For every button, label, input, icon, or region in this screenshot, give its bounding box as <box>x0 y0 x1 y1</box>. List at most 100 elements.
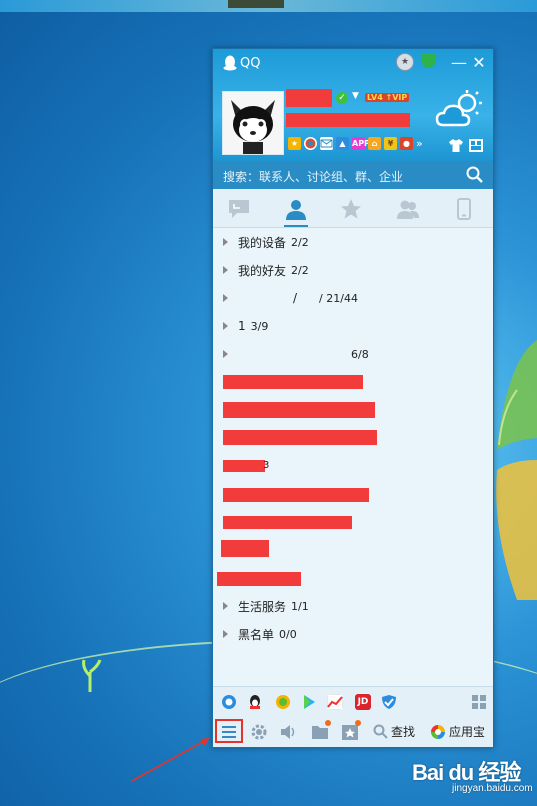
group-my-friends[interactable]: 我的好友 2/2 <box>223 260 309 280</box>
plant-sprout-decoration <box>82 659 102 692</box>
minimize-button[interactable]: — <box>449 53 469 72</box>
expand-arrow-icon <box>223 350 228 358</box>
weather-cloud-sun-icon[interactable] <box>435 89 483 129</box>
level-vip-badge[interactable]: LV4 ↑VIP <box>365 93 410 102</box>
profile-app-icons: ★ ▲ APP ⌂ ¥ ● » <box>288 137 423 150</box>
weibo-icon[interactable] <box>304 137 317 150</box>
expand-arrow-icon <box>223 238 228 246</box>
group-3[interactable]: / / 21/44 <box>223 288 358 308</box>
main-tabs <box>213 189 493 228</box>
online-status-icon[interactable]: ✓ <box>336 92 348 104</box>
group-count: 2/2 <box>291 235 309 249</box>
medal-icon[interactable]: ★ <box>396 53 414 71</box>
group-count: 1/1 <box>291 599 309 613</box>
star-icon[interactable] <box>339 197 363 221</box>
group-label: 我的设备 <box>238 235 287 250</box>
qq-header: QQ ★ — ✕ ✓ ▼ LV4 ↑VIP ★ ▲ APP ⌂ ¥ ● » <box>213 49 493 161</box>
group-my-devices[interactable]: 我的设备 2/2 <box>223 232 309 252</box>
expand-arrow-icon <box>223 322 228 330</box>
redacted-group-row[interactable] <box>217 572 301 586</box>
security-icon[interactable] <box>381 694 397 710</box>
app-store-label: 应用宝 <box>449 725 486 739</box>
more-apps-grid-icon[interactable] <box>471 694 487 710</box>
group-4[interactable]: 1 3/9 <box>223 316 268 336</box>
sound-speaker-icon[interactable] <box>279 723 297 741</box>
security-shield-icon[interactable] <box>422 53 435 68</box>
phone-icon[interactable] <box>452 197 476 221</box>
photo-icon[interactable]: ▲ <box>336 137 349 150</box>
app-shortcut-bar: JD <box>213 686 493 717</box>
search-placeholder: 搜索：联系人、讨论组、群、企业 <box>223 170 404 184</box>
status-dropdown-icon[interactable]: ▼ <box>352 91 359 101</box>
group-count: 0/0 <box>279 627 297 641</box>
group-life-services[interactable]: 生活服务 1/1 <box>223 596 309 616</box>
search-icon[interactable] <box>465 165 485 185</box>
shopping-cart-icon[interactable]: ⌂ <box>368 137 381 150</box>
expand-arrow-icon <box>223 294 228 302</box>
app-manager-icon[interactable] <box>469 139 483 152</box>
expand-arrow-icon <box>223 266 228 274</box>
redacted-group-row[interactable] <box>223 402 375 418</box>
app-icon[interactable]: APP <box>352 137 370 150</box>
notification-dot <box>355 720 361 726</box>
expand-arrow-icon <box>223 630 228 638</box>
bottom-toolbar: 查找 应用宝 <box>213 716 493 747</box>
group-label: 1 <box>238 319 246 333</box>
music-icon[interactable] <box>275 694 291 710</box>
notification-dot <box>325 720 331 726</box>
redacted-group-row[interactable] <box>223 516 352 529</box>
settings-gear-icon[interactable] <box>250 723 268 741</box>
skin-shirt-icon[interactable] <box>449 139 463 152</box>
app-store-button[interactable]: 应用宝 <box>430 723 485 740</box>
group-label: 我的好友 <box>238 263 287 278</box>
annotation-arrow <box>131 738 210 782</box>
wallet-icon[interactable]: ¥ <box>384 137 397 150</box>
active-tab-indicator <box>284 225 308 227</box>
nickname-redacted[interactable] <box>286 89 332 107</box>
redacted-group-row[interactable] <box>223 375 363 389</box>
group-count: 6/8 <box>351 347 369 361</box>
find-button[interactable]: 查找 <box>373 723 415 740</box>
group-blacklist[interactable]: 黑名单 0/0 <box>223 624 297 644</box>
penguin-logo-icon <box>223 55 237 71</box>
window-title-text: QQ <box>240 55 261 71</box>
main-menu-button[interactable] <box>215 719 243 743</box>
contact-search-bar[interactable]: 搜索：联系人、讨论组、群、企业 <box>213 161 493 189</box>
penguin-game-icon[interactable] <box>247 694 263 710</box>
qq-main-window: QQ ★ — ✕ ✓ ▼ LV4 ↑VIP ★ ▲ APP ⌂ ¥ ● » 搜索… <box>212 48 494 748</box>
jd-icon[interactable]: JD <box>355 694 371 710</box>
redacted-group-row[interactable] <box>223 488 369 502</box>
more-apps-chevron-icon[interactable]: » <box>416 137 423 150</box>
chat-icon[interactable] <box>227 197 251 221</box>
redacted-group-row[interactable] <box>223 430 377 445</box>
avatar-fox-image <box>223 92 283 154</box>
group-count: 3/9 <box>250 319 269 333</box>
penguin-icon[interactable]: ● <box>400 137 413 150</box>
redacted-group-row[interactable] <box>221 540 269 557</box>
browser-icon[interactable] <box>221 694 237 710</box>
video-play-icon[interactable] <box>301 694 317 710</box>
skin-and-manager <box>449 139 483 152</box>
stock-chart-icon[interactable] <box>327 694 343 710</box>
window-title: QQ <box>223 55 260 71</box>
group-5[interactable]: 6/8 <box>223 344 369 364</box>
group-count: / 21/44 <box>319 291 358 305</box>
redacted-group-row[interactable] <box>223 460 265 472</box>
watermark-url: jingyan.baidu.com <box>452 783 533 794</box>
signature-redacted[interactable] <box>286 113 410 127</box>
close-button[interactable]: ✕ <box>469 53 489 72</box>
group-count: 2/2 <box>291 263 309 277</box>
mail-icon[interactable] <box>320 137 333 150</box>
baidu-jingyan-watermark: Bai du 经验 jingyan.baidu.com <box>412 755 533 794</box>
group-label: 黑名单 <box>238 627 275 642</box>
expand-arrow-icon <box>223 602 228 610</box>
find-label: 查找 <box>391 725 416 739</box>
group-label: / <box>293 291 298 305</box>
contact-icon[interactable] <box>284 197 308 221</box>
watermark-brand: Bai du 经验 <box>412 760 521 785</box>
group-icon[interactable] <box>396 197 420 221</box>
avatar[interactable] <box>222 91 284 155</box>
qzone-star-icon[interactable]: ★ <box>288 137 301 150</box>
group-label: 生活服务 <box>238 599 287 614</box>
contact-group-list: 我的设备 2/2 我的好友 2/2 / / 21/44 1 3/9 6/8 3 <box>213 228 493 686</box>
